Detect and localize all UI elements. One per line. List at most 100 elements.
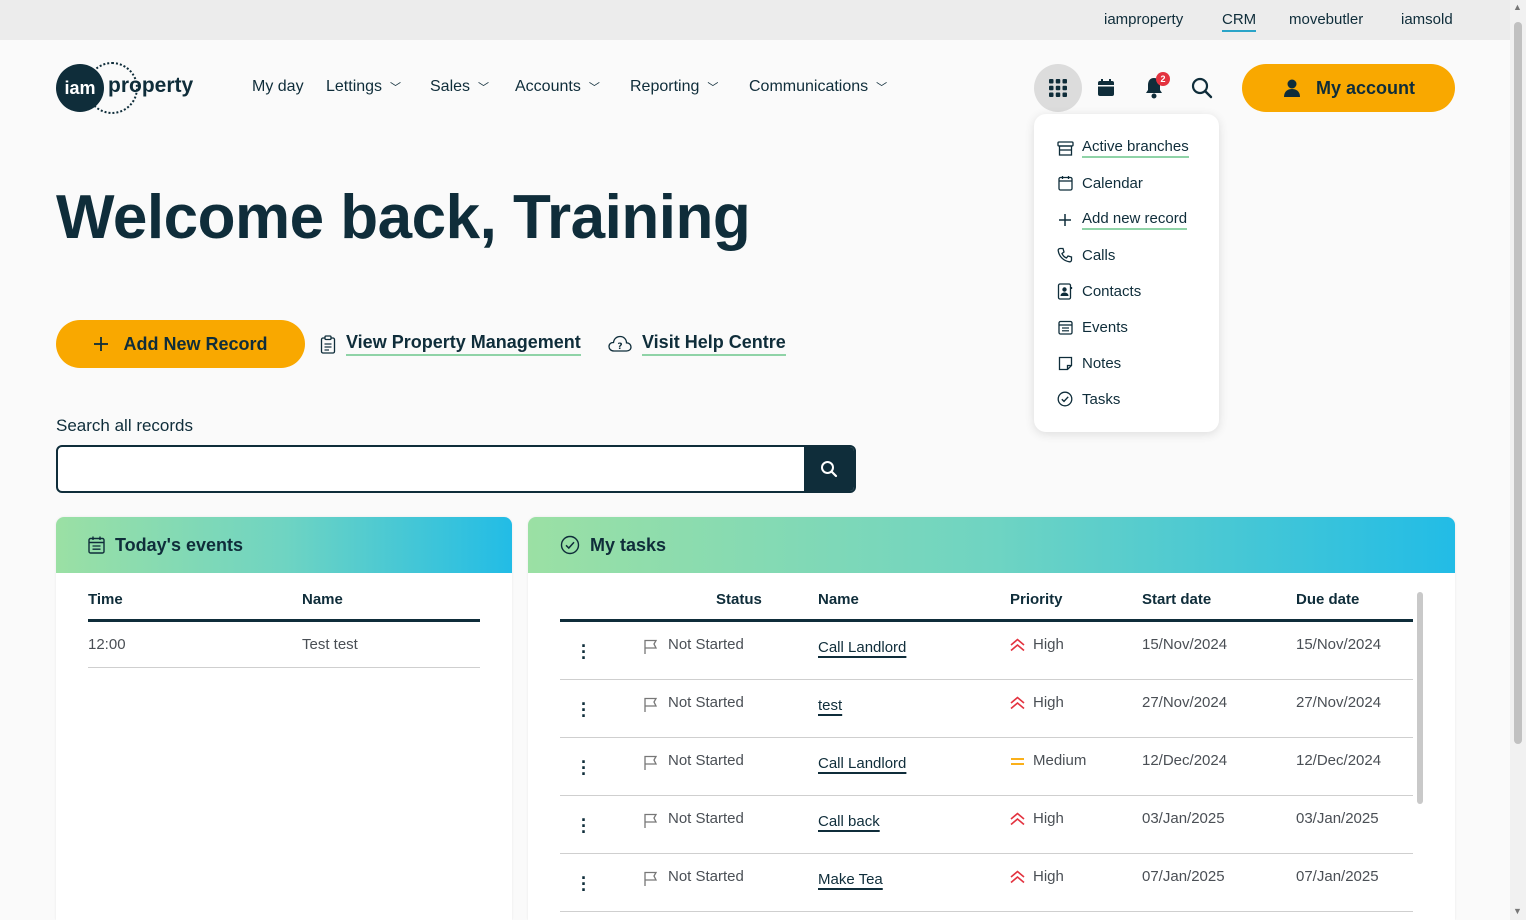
calendar-icon [1098,79,1114,96]
events-col-name: Name [302,591,343,608]
scroll-down-arrow-icon[interactable]: ▼ [1513,906,1522,916]
menu-item-label: Notes [1082,354,1122,372]
add-new-record-label: Add New Record [123,333,268,354]
events-col-time: Time [88,591,123,608]
row-actions-menu-icon[interactable]: · · · [581,811,587,841]
nav-accounts[interactable]: Accounts ﹀ [515,78,600,96]
task-name-link[interactable]: Call back [818,813,880,830]
nav-lettings-label: Lettings [326,78,383,95]
nav-my-day[interactable]: My day [252,78,304,96]
visit-help-centre-link[interactable]: ? Visit Help Centre [608,332,786,356]
search-input[interactable] [58,447,806,491]
plus-icon [94,337,109,351]
cloud-help-icon: ? [608,335,632,352]
search-button[interactable] [1178,64,1226,112]
task-start-date: 07/Jan/2025 [1142,868,1225,885]
chevron-down-icon: ﹀ [390,82,402,94]
tasks-scrollbar[interactable] [1417,592,1423,804]
grid-icon [1049,79,1067,97]
iamproperty-logo[interactable]: iam property [56,62,206,114]
menu-item-label: Events [1082,318,1128,336]
my-tasks-title: My tasks [590,534,667,555]
task-start-date: 15/Nov/2024 [1142,636,1228,653]
event-name[interactable]: Test test [302,636,358,653]
priority-medium-icon [1011,757,1024,765]
row-actions-menu-icon[interactable]: · · · [581,695,587,725]
task-due-date: 07/Jan/2025 [1296,868,1379,885]
menu-item-notes[interactable]: Notes [1056,354,1121,372]
todays-events-header: Today's events [56,517,512,573]
topbar-link-iamsold[interactable]: iamsold [1401,11,1453,28]
topbar-link-movebutler[interactable]: movebutler [1289,11,1363,28]
my-tasks-header: My tasks [528,517,1455,573]
top-utility-bar: iamproperty CRM movebutler iamsold [0,0,1510,40]
task-name-link[interactable]: Make Tea [818,871,883,888]
task-priority-label: High [1033,868,1064,885]
events-icon [1056,318,1074,336]
page-scrollbar[interactable]: ▲ ▼ [1510,0,1526,920]
notifications-button[interactable]: 2 [1130,64,1178,112]
apps-menu-button[interactable] [1034,64,1082,112]
task-start-date: 12/Dec/2024 [1142,752,1228,769]
chevron-down-icon: ﹀ [588,82,600,94]
check-circle-icon [560,535,580,555]
task-status: Not Started [668,636,744,653]
chevron-down-icon: ﹀ [876,82,888,94]
visit-help-centre-label: Visit Help Centre [642,332,786,356]
plus-icon [1056,211,1074,229]
search-box [56,445,856,493]
view-property-management-label: View Property Management [346,332,581,356]
menu-item-events[interactable]: Events [1056,318,1128,336]
task-due-date: 12/Dec/2024 [1296,752,1382,769]
todays-events-title: Today's events [115,534,243,555]
scrollbar-thumb[interactable] [1514,22,1522,744]
apps-dropdown-menu: Active branches Calendar Add new record … [1034,114,1219,432]
task-name-link[interactable]: Call Landlord [818,755,906,772]
nav-reporting[interactable]: Reporting ﹀ [630,78,718,96]
task-row-divider [560,911,1413,912]
task-name-link[interactable]: Call Landlord [818,639,906,656]
nav-sales[interactable]: Sales ﹀ [430,78,489,96]
row-actions-menu-icon[interactable]: · · · [581,869,587,899]
task-due-date: 27/Nov/2024 [1296,694,1382,711]
calendar-button[interactable] [1082,64,1130,112]
notification-count-badge: 2 [1156,72,1170,86]
flag-icon [644,755,658,770]
menu-item-active-branches[interactable]: Active branches [1056,138,1189,158]
search-submit-button[interactable] [804,447,854,491]
topbar-link-crm[interactable]: CRM [1222,11,1257,32]
menu-item-contacts[interactable]: Contacts [1056,282,1141,300]
chevron-down-icon: ﹀ [478,82,490,94]
branch-icon [1056,139,1074,157]
topbar-link-iamproperty[interactable]: iamproperty [1104,11,1183,28]
task-priority-label: High [1033,636,1064,653]
menu-item-label: Calendar [1082,174,1143,192]
nav-communications[interactable]: Communications ﹀ [749,78,887,96]
nav-accounts-label: Accounts [515,78,581,95]
row-actions-menu-icon[interactable]: · · · [581,753,587,783]
nav-lettings[interactable]: Lettings ﹀ [326,78,401,96]
menu-item-calendar[interactable]: Calendar [1056,174,1143,192]
task-name-link[interactable]: test [818,697,842,714]
task-priority: Medium [1010,752,1086,769]
task-row-divider [560,679,1413,680]
row-actions-menu-icon[interactable]: · · · [581,637,587,667]
svg-text:?: ? [617,342,622,352]
add-new-record-button[interactable]: Add New Record [56,320,305,368]
task-due-date: 03/Jan/2025 [1296,810,1379,827]
menu-item-label: Tasks [1082,390,1121,408]
flag-icon [644,813,658,828]
menu-item-add-new-record[interactable]: Add new record [1056,210,1188,230]
view-property-management-link[interactable]: View Property Management [320,332,581,356]
menu-item-calls[interactable]: Calls [1056,246,1115,264]
tasks-col-due-date: Due date [1296,591,1360,608]
task-status: Not Started [668,868,744,885]
menu-item-label: Active branches [1082,138,1189,158]
task-row-divider [560,737,1413,738]
my-account-button[interactable]: My account [1242,64,1455,112]
menu-item-label: Add new record [1082,210,1188,230]
menu-item-tasks[interactable]: Tasks [1056,390,1120,408]
logo-circle: iam [56,64,104,112]
scroll-up-arrow-icon[interactable]: ▲ [1513,2,1522,12]
nav-communications-label: Communications [749,78,869,95]
